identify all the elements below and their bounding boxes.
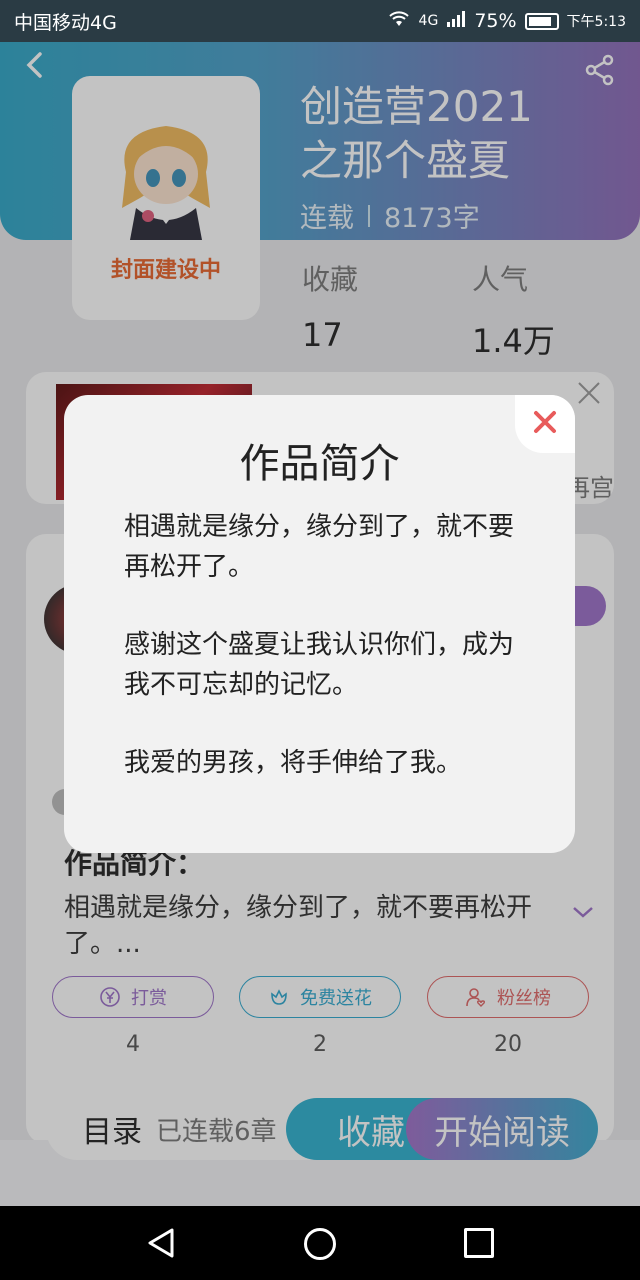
modal-paragraph: 我爱的男孩，将手伸给了我。	[124, 748, 463, 778]
signal-icon	[446, 10, 466, 33]
nav-back-icon[interactable]	[144, 1226, 178, 1260]
battery-percent: 75%	[474, 10, 517, 32]
modal-body: 相遇就是缘分，缘分到了，就不要再松开了。 感谢这个盛夏让我认识你们，成为我不可忘…	[124, 507, 524, 821]
intro-modal: 作品简介 相遇就是缘分，缘分到了，就不要再松开了。 感谢这个盛夏让我认识你们，成…	[64, 395, 575, 853]
modal-paragraph: 感谢这个盛夏让我认识你们，成为我不可忘却的记忆。	[124, 630, 515, 700]
modal-title: 作品简介	[239, 441, 400, 487]
status-bar: 中国移动4G 4G 75% 下午5:13	[0, 0, 640, 42]
clock: 下午5:13	[566, 14, 626, 30]
wifi-icon	[387, 10, 411, 33]
modal-paragraph: 相遇就是缘分，缘分到了，就不要再松开了。	[124, 512, 515, 582]
system-nav-bar	[0, 1206, 640, 1280]
carrier-label: 中国移动4G	[14, 11, 117, 34]
status-right: 4G 75% 下午5:13	[387, 10, 626, 33]
battery-icon	[524, 12, 559, 30]
nav-home-icon[interactable]	[304, 1228, 336, 1260]
network-tag: 4G	[418, 13, 439, 29]
nav-recent-icon[interactable]	[464, 1228, 494, 1258]
